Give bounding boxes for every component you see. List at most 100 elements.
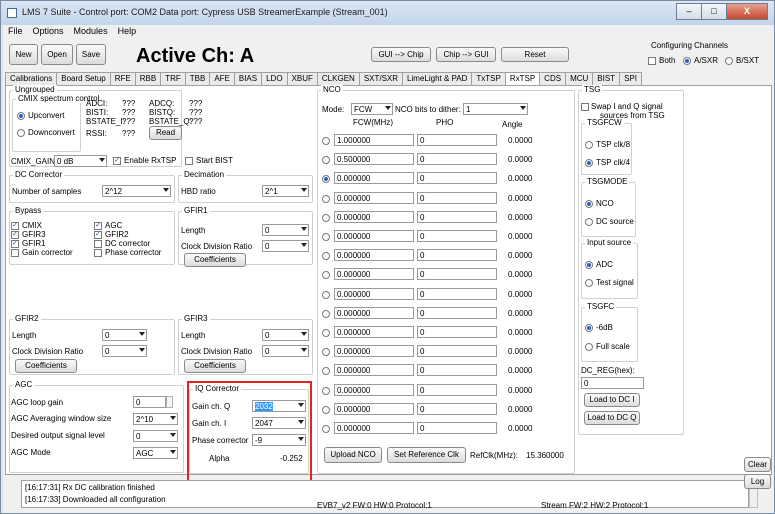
tsgmode-dc-radio[interactable] (585, 218, 593, 226)
nco-fcw-input[interactable]: 1.000000 (334, 134, 414, 146)
nco-fcw-input[interactable]: 0.000000 (334, 402, 414, 415)
nco-pho-input[interactable]: 0 (417, 364, 497, 377)
nco-pho-input[interactable]: 0 (417, 383, 497, 396)
nco-fcw-input[interactable]: 0.000000 (334, 230, 414, 242)
agc-loop-gain-spinner[interactable] (166, 396, 173, 408)
channel-a-radio[interactable] (683, 57, 691, 65)
menu-options[interactable]: Options (28, 25, 69, 39)
nco-fcw-input[interactable]: 0.000000 (334, 345, 414, 358)
tab-calibrations[interactable]: Calibrations (5, 72, 58, 85)
gfir1-length-select[interactable]: 0 (262, 224, 309, 236)
nco-row-radio[interactable] (322, 213, 330, 222)
tab-spi[interactable]: SPI (619, 72, 642, 85)
tab-bist[interactable]: BIST (592, 72, 621, 85)
load-dc-i-button[interactable]: Load to DC I (584, 393, 640, 407)
log-button[interactable]: Log (744, 474, 771, 489)
nco-pho-input[interactable]: 0 (417, 306, 497, 319)
tsgfc-6db-radio[interactable] (585, 324, 593, 332)
nco-fcw-input[interactable]: 0.000000 (334, 364, 414, 377)
nco-row-radio[interactable] (322, 329, 330, 337)
tab-rbb[interactable]: RBB (134, 72, 162, 85)
clear-log-button[interactable]: Clear (744, 457, 771, 472)
maximize-button[interactable]: □ (701, 3, 727, 20)
tab-tbb[interactable]: TBB (184, 72, 211, 85)
gui-to-chip-button[interactable]: GUI --> Chip (371, 47, 431, 62)
tab-limelight-pad[interactable]: LimeLight & PAD (402, 72, 473, 85)
read-button[interactable]: Read (149, 126, 182, 140)
tab-rfe[interactable]: RFE (109, 72, 136, 85)
tab-trf[interactable]: TRF (160, 72, 186, 85)
tab-cds[interactable]: CDS (539, 72, 567, 85)
tab-txtsp[interactable]: TxTSP (471, 72, 506, 85)
nco-row-radio[interactable] (322, 290, 330, 299)
nco-fcw-input[interactable]: 0.000000 (334, 326, 414, 338)
nco-fcw-input[interactable]: 0.000000 (334, 191, 414, 204)
gfir3-cdr-select[interactable]: 0 (262, 345, 309, 357)
nco-row-radio[interactable] (322, 137, 330, 145)
reset-button[interactable]: Reset (501, 47, 569, 62)
samples-select[interactable]: 2^12 (102, 185, 171, 197)
nco-pho-input[interactable]: 0 (417, 345, 497, 358)
tsgmode-nco-radio[interactable] (585, 200, 593, 208)
gfir1-coefficients-button[interactable]: Coefficients (184, 253, 246, 267)
tsp-clk4-radio[interactable] (585, 159, 593, 167)
both-channels-checkbox[interactable] (648, 57, 656, 65)
minimize-button[interactable]: – (676, 3, 702, 20)
nco-fcw-input[interactable]: 0.000000 (334, 249, 414, 262)
new-button[interactable]: New (9, 44, 38, 65)
open-button[interactable]: Open (41, 44, 73, 65)
nco-fcw-input[interactable]: 0.000000 (334, 268, 414, 281)
upconvert-radio[interactable] (17, 112, 25, 120)
gfir3-length-select[interactable]: 0 (262, 329, 309, 341)
tab-xbuf[interactable]: XBUF (286, 72, 318, 85)
chip-to-gui-button[interactable]: Chip --> GUI (436, 47, 496, 62)
nco-row-radio[interactable] (322, 386, 330, 395)
menu-help[interactable]: Help (113, 25, 142, 39)
bypass-agc-checkbox[interactable]: ✓ (94, 222, 102, 230)
agc-desired-select[interactable]: 0 (133, 430, 178, 442)
agc-mode-select[interactable]: AGC (133, 447, 178, 459)
nco-dither-select[interactable]: 1 (463, 103, 528, 115)
nco-pho-input[interactable]: 0 (417, 249, 497, 262)
nco-row-radio[interactable] (322, 233, 330, 241)
start-bist-checkbox[interactable] (185, 157, 193, 165)
gfir2-cdr-select[interactable]: 0 (102, 345, 147, 357)
input-test-radio[interactable] (585, 279, 593, 287)
nco-pho-input[interactable]: 0 (417, 268, 497, 281)
cmix-gain-select[interactable]: 0 dB (54, 155, 107, 167)
tab-board-setup[interactable]: Board Setup (56, 72, 111, 85)
set-reference-clk-button[interactable]: Set Reference Clk (387, 447, 466, 463)
tab-ldo[interactable]: LDO (261, 72, 288, 85)
nco-pho-input[interactable]: 0 (417, 230, 497, 242)
nco-row-radio[interactable] (322, 309, 330, 318)
agc-avg-select[interactable]: 2^10 (133, 413, 178, 425)
title-bar[interactable]: LMS 7 Suite - Control port: COM2 Data po… (1, 1, 774, 25)
nco-pho-input[interactable]: 0 (417, 287, 497, 300)
tab-mcu[interactable]: MCU (565, 72, 594, 85)
downconvert-radio[interactable] (17, 129, 25, 137)
bypass-gain-corrector-checkbox[interactable] (11, 249, 19, 257)
nco-row-radio[interactable] (322, 425, 330, 433)
bypass-dc-corrector-checkbox[interactable] (94, 240, 102, 248)
nco-row-radio[interactable] (322, 194, 330, 203)
load-dc-q-button[interactable]: Load to DC Q (584, 411, 640, 425)
nco-pho-input[interactable]: 0 (417, 402, 497, 415)
nco-fcw-input[interactable]: 0.000000 (334, 383, 414, 396)
nco-fcw-input[interactable]: 0.000000 (334, 210, 414, 223)
nco-pho-input[interactable]: 0 (417, 422, 497, 434)
gfir3-coefficients-button[interactable]: Coefficients (184, 359, 246, 373)
agc-loop-gain-input[interactable]: 0 (133, 396, 166, 408)
nco-pho-input[interactable]: 0 (417, 326, 497, 338)
tab-bias[interactable]: BIAS (233, 72, 263, 85)
menu-modules[interactable]: Modules (69, 25, 113, 39)
bypass-gfir3-checkbox[interactable]: ✓ (11, 231, 19, 239)
gfir2-length-select[interactable]: 0 (102, 329, 147, 341)
tsp-clk8-radio[interactable] (585, 141, 593, 149)
input-adc-radio[interactable] (585, 261, 593, 269)
save-button[interactable]: Save (76, 44, 106, 65)
gfir1-cdr-select[interactable]: 0 (262, 240, 309, 252)
menu-file[interactable]: File (3, 25, 28, 39)
dc-reg-input[interactable]: 0 (581, 377, 644, 389)
nco-fcw-input[interactable]: 0.000000 (334, 306, 414, 319)
tsgfc-full-radio[interactable] (585, 343, 593, 351)
